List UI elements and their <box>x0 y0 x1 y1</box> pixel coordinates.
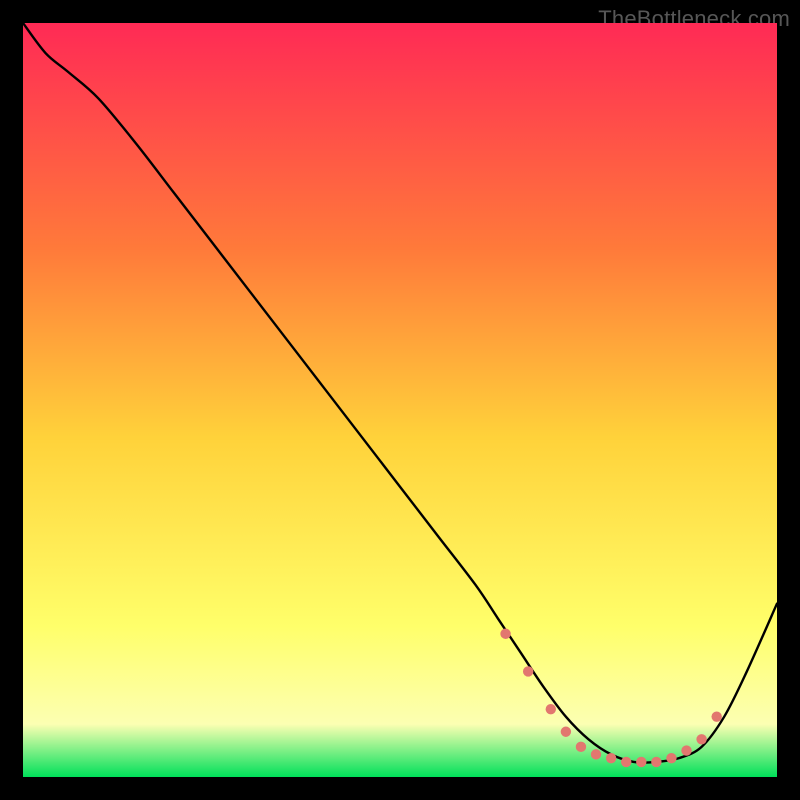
plot-area <box>23 23 777 777</box>
chart-container: TheBottleneck.com <box>0 0 800 800</box>
chart-svg <box>23 23 777 777</box>
